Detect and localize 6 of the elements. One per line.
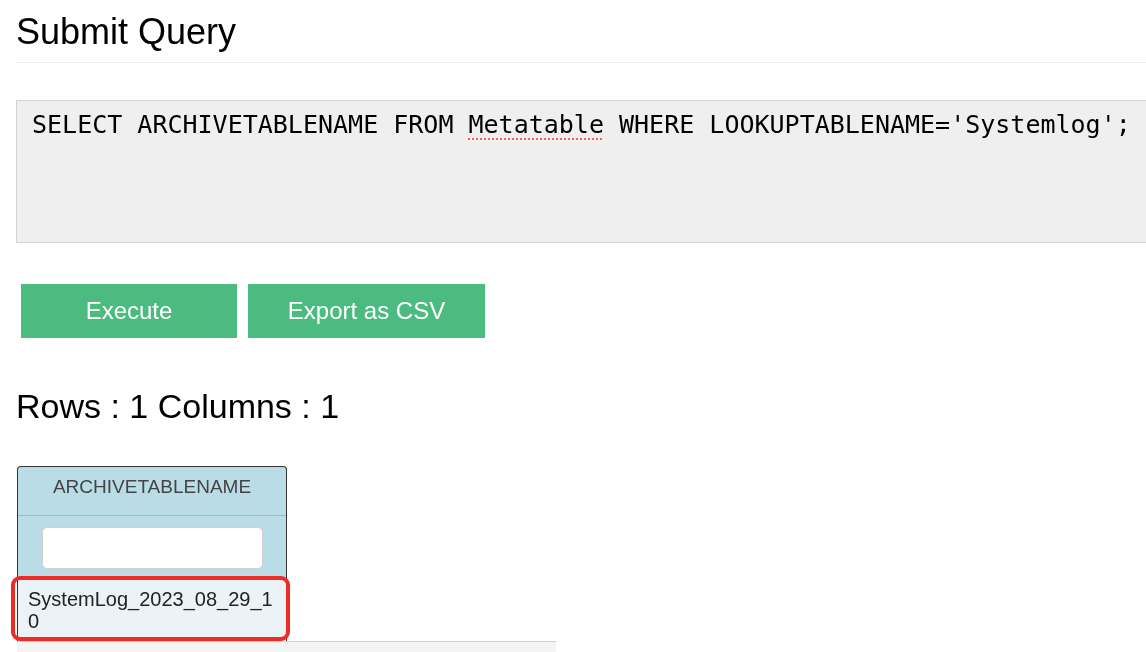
column-header[interactable]: ARCHIVETABLENAME xyxy=(18,467,286,516)
table-cell: SystemLog_2023_08_29_10 xyxy=(18,580,286,641)
page-title: Submit Query xyxy=(16,10,237,54)
query-field[interactable]: SELECT ARCHIVETABLENAME FROM Metatable WHERE LOOKUPTABLENAME='Systemlog'; xyxy=(16,100,1146,243)
filter-input[interactable] xyxy=(41,527,263,569)
result-summary: Rows : 1 Columns : 1 xyxy=(16,386,340,426)
